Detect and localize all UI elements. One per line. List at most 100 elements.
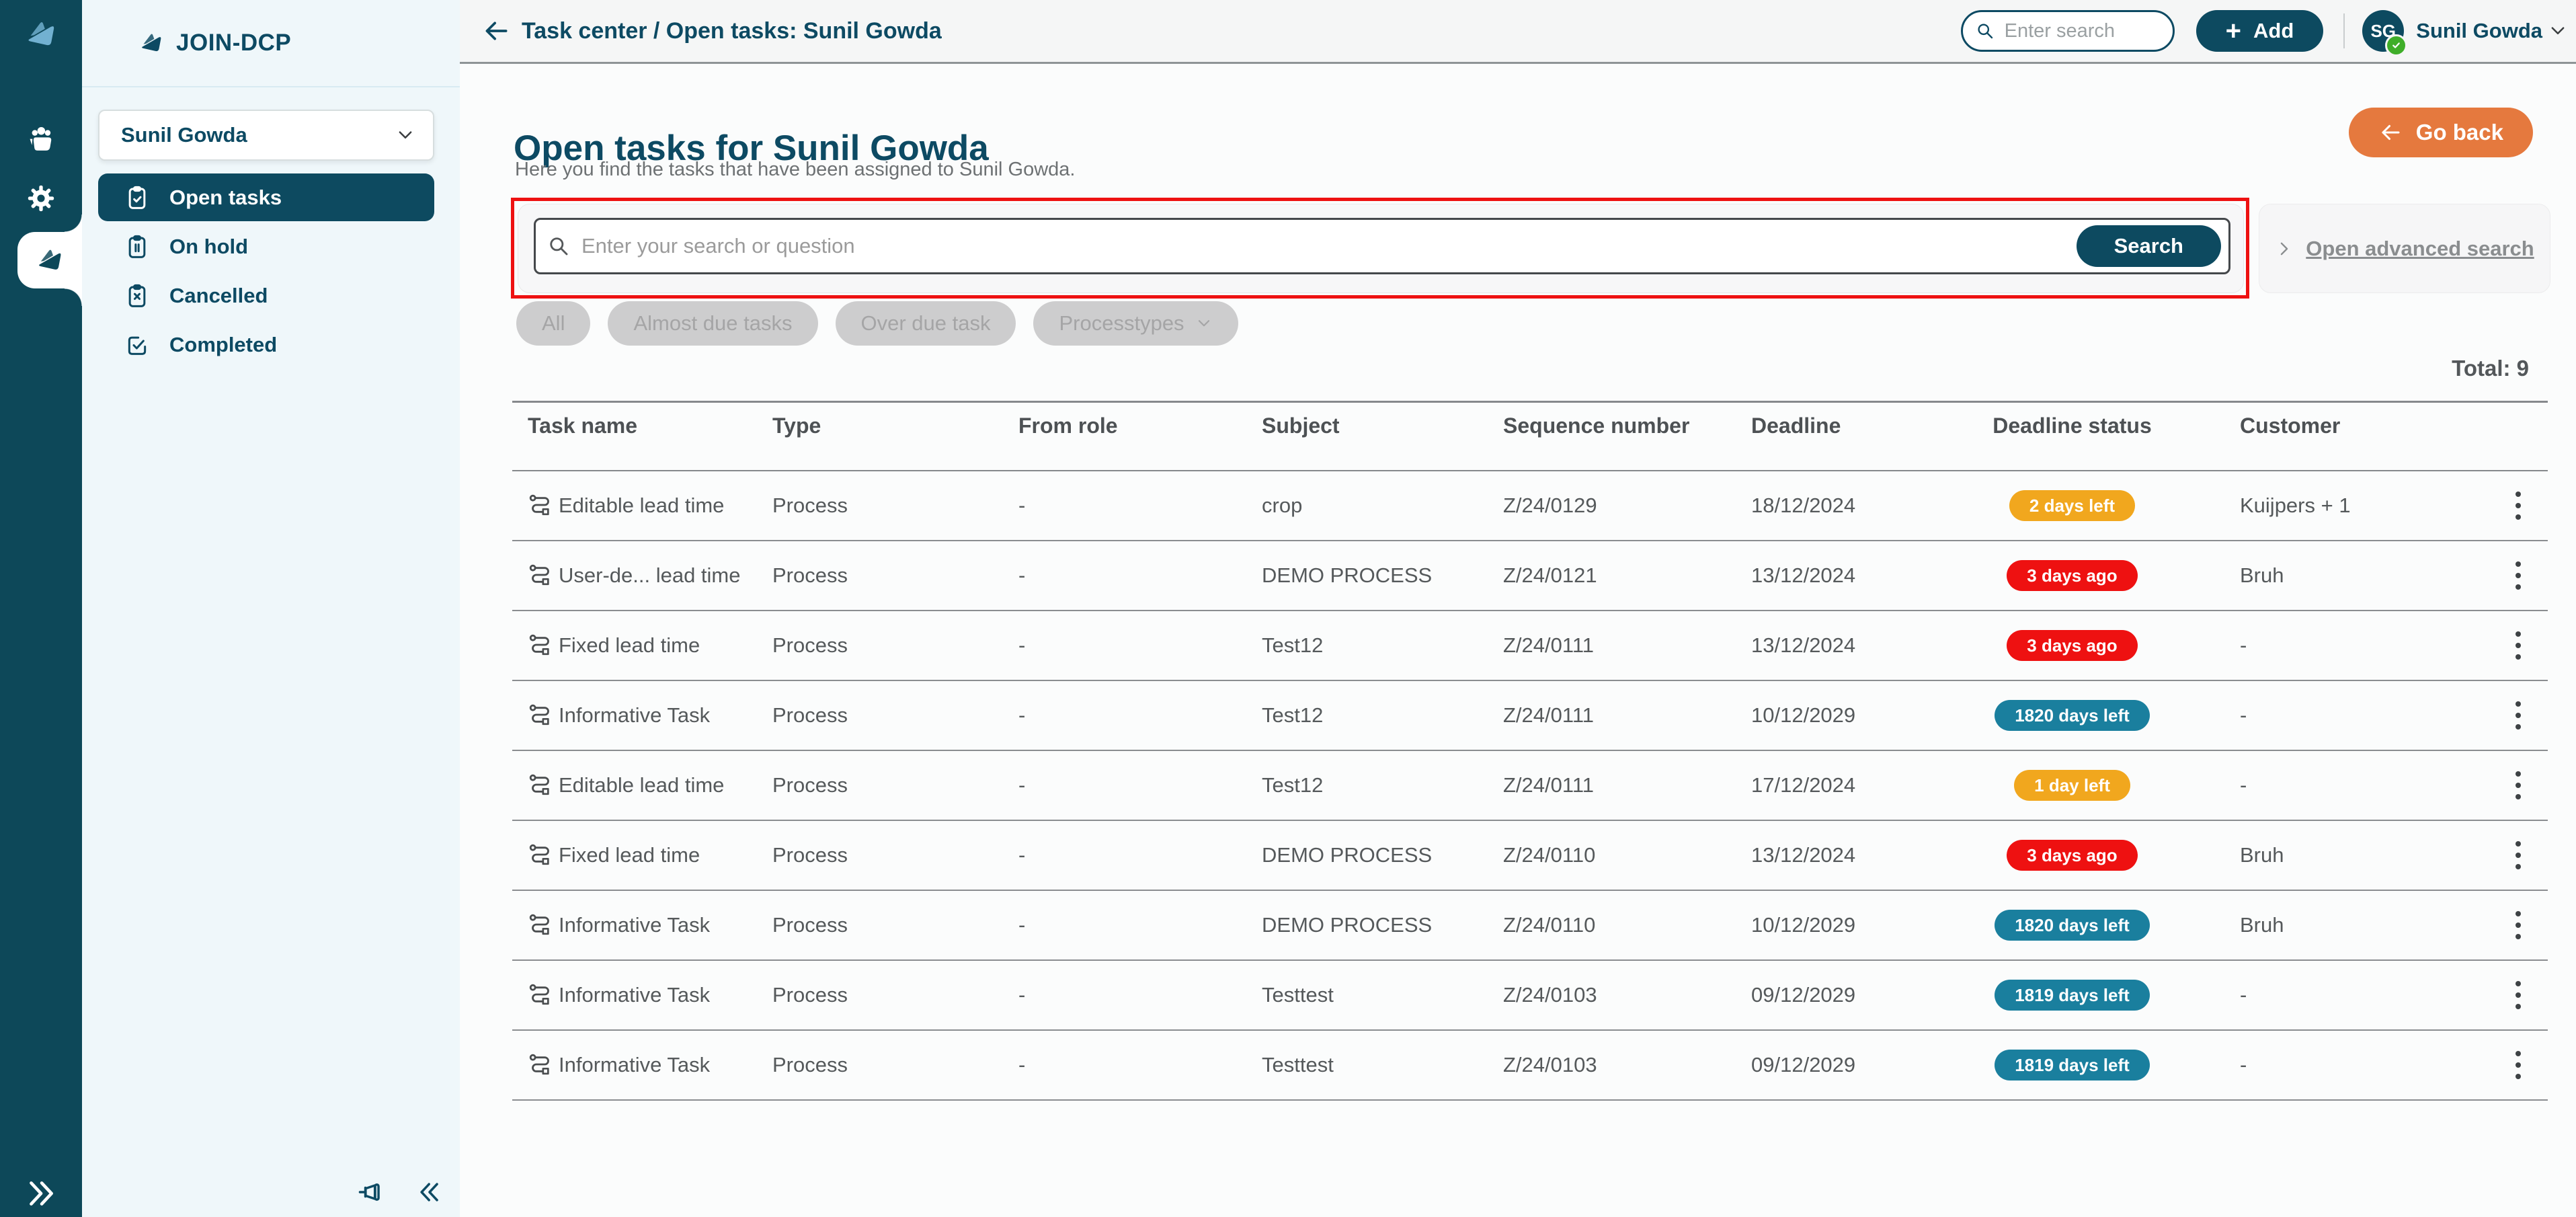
subject: DEMO PROCESS [1262,843,1433,867]
from-role: - [1018,843,1026,867]
deadline-status-badge: 3 days ago [2007,840,2138,871]
filter-chip-all[interactable]: All [516,301,591,346]
customer: Bruh [2240,563,2284,587]
chevron-down-icon[interactable] [2548,21,2568,41]
process-route-icon [528,842,555,869]
row-menu-button[interactable] [2511,907,2525,943]
sequence-number: Z/24/0121 [1503,563,1597,587]
breadcrumb: Task center / Open tasks: Sunil Gowda [522,17,942,44]
subject: DEMO PROCESS [1262,913,1433,937]
advanced-search-link[interactable]: Open advanced search [2259,204,2550,293]
workspace-selector-value: Sunil Gowda [121,123,247,147]
filter-chip-over-due[interactable]: Over due task [835,301,1016,346]
sidebar-item-open-tasks[interactable]: Open tasks [98,173,434,221]
chevron-right-icon [2275,239,2294,258]
process-route-icon [528,912,555,939]
task-name: Informative Task [559,983,711,1007]
table-row[interactable]: User-de... lead time Process - DEMO PROC… [512,541,2548,611]
sidebar-nav: Open tasks On hold Cancelled Completed [98,173,434,368]
table-row[interactable]: Fixed lead time Process - Test12 Z/24/01… [512,611,2548,681]
go-back-button[interactable]: Go back [2348,108,2533,157]
clipboard-pause-icon [124,233,151,260]
settings-gear-icon[interactable] [26,183,56,214]
from-role: - [1018,773,1026,797]
tasks-table: Task name Type From role Subject Sequenc… [512,401,2548,1101]
column-header: Subject [1262,413,1340,438]
task-type: Process [772,494,848,517]
search-button[interactable]: Search [2076,225,2221,267]
deadline: 10/12/2029 [1751,913,1856,937]
row-menu-button[interactable] [2511,697,2525,734]
customer: - [2240,773,2247,797]
deadline-status-badge: 1820 days left [1995,700,2150,731]
task-search-input[interactable]: Enter your search or question Search [534,218,2230,274]
task-type: Process [772,773,848,797]
row-menu-button[interactable] [2511,977,2525,1013]
plus-icon: + [2225,16,2241,46]
deadline-status-badge: 3 days ago [2007,560,2138,591]
from-role: - [1018,633,1026,657]
user-name[interactable]: Sunil Gowda [2416,19,2542,43]
deadline-status-badge: 3 days ago [2007,630,2138,661]
advanced-search-label: Open advanced search [2306,236,2534,260]
sidebar-item-completed[interactable]: Completed [98,321,434,368]
row-menu-button[interactable] [2511,767,2525,803]
task-type: Process [772,843,848,867]
filter-chip-processtypes[interactable]: Processtypes [1033,301,1238,346]
task-type: Process [772,983,848,1007]
customer: - [2240,1053,2247,1076]
expand-rail-icon[interactable] [24,1177,58,1210]
task-type: Process [772,563,848,587]
row-menu-button[interactable] [2511,557,2525,594]
subject: Test12 [1262,703,1324,727]
table-row[interactable]: Informative Task Process - Test12 Z/24/0… [512,681,2548,751]
topbar-divider [2343,13,2345,48]
row-menu-button[interactable] [2511,487,2525,524]
row-menu-button[interactable] [2511,627,2525,664]
workspace-selector[interactable]: Sunil Gowda [98,110,434,161]
collapse-sidebar-icon[interactable] [417,1179,442,1205]
table-row[interactable]: Informative Task Process - Testtest Z/24… [512,1031,2548,1101]
task-type: Process [772,1053,848,1076]
tab-fillet-bottom [65,288,82,306]
table-row[interactable]: Fixed lead time Process - DEMO PROCESS Z… [512,821,2548,891]
user-avatar[interactable]: SG [2362,10,2408,56]
customer: - [2240,983,2247,1007]
brand-name: JOIN-DCP [176,30,292,56]
deadline: 10/12/2029 [1751,703,1856,727]
add-button[interactable]: + Add [2196,10,2324,52]
page-subtitle: Here you find the tasks that have been a… [515,159,1076,180]
customer: Bruh [2240,913,2284,937]
sequence-number: Z/24/0111 [1503,773,1595,797]
table-header: Task name Type From role Subject Sequenc… [512,401,2548,471]
table-row[interactable]: Editable lead time Process - crop Z/24/0… [512,471,2548,541]
task-search-placeholder: Enter your search or question [581,234,855,258]
table-body: Editable lead time Process - crop Z/24/0… [512,471,2548,1101]
chip-label: Processtypes [1059,311,1184,335]
row-menu-button[interactable] [2511,1047,2525,1083]
customer: - [2240,633,2247,657]
sidebar-item-cancelled[interactable]: Cancelled [98,272,434,319]
teams-icon[interactable] [26,124,56,155]
back-arrow-icon[interactable] [481,16,511,46]
process-route-icon [528,702,555,729]
row-menu-button[interactable] [2511,837,2525,873]
active-module-tab[interactable] [17,214,82,306]
sidebar-item-on-hold[interactable]: On hold [98,223,434,270]
sidebar-item-label: Cancelled [169,283,268,307]
task-name: Editable lead time [559,494,725,517]
filter-chip-almost-due[interactable]: Almost due tasks [608,301,818,346]
process-route-icon [528,492,555,519]
from-role: - [1018,703,1026,727]
total-count: Total: 9 [2452,356,2529,381]
global-search-input[interactable]: Enter search [1960,10,2175,52]
table-row[interactable]: Informative Task Process - DEMO PROCESS … [512,891,2548,961]
table-row[interactable]: Informative Task Process - Testtest Z/24… [512,961,2548,1031]
sidebar-item-label: Open tasks [169,185,282,209]
sequence-number: Z/24/0111 [1503,633,1595,657]
task-name: Fixed lead time [559,633,700,657]
column-header: Deadline [1751,413,1841,438]
pin-sidebar-icon[interactable] [358,1177,389,1208]
customer: Bruh [2240,843,2284,867]
table-row[interactable]: Editable lead time Process - Test12 Z/24… [512,751,2548,821]
